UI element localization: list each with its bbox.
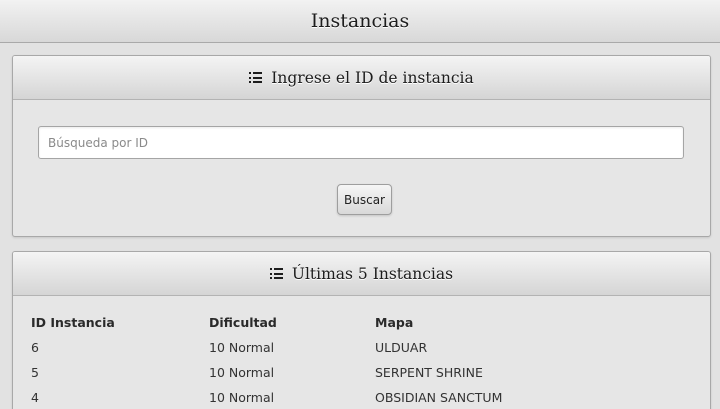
- difficulty-cell: 10 Normal: [209, 365, 275, 380]
- search-input[interactable]: [38, 126, 684, 159]
- instances-table: ID Instancia Dificultad Mapa 6 10 Normal…: [31, 310, 675, 409]
- map-cell: OBSIDIAN SANCTUM: [375, 390, 503, 405]
- search-button[interactable]: Buscar: [337, 184, 392, 215]
- table-row[interactable]: 5 10 Normal SERPENT SHRINE: [31, 360, 675, 385]
- latest-panel-title: Últimas 5 Instancias: [291, 264, 454, 283]
- list-icon: [269, 268, 284, 279]
- column-header-map: Mapa: [375, 315, 414, 330]
- difficulty-cell: 10 Normal: [209, 390, 275, 405]
- latest-instances-panel: Últimas 5 Instancias ID Instancia Dificu…: [12, 251, 711, 409]
- top-bar: Instancias: [0, 0, 720, 43]
- difficulty-cell: 10 Normal: [209, 340, 275, 355]
- instance-id-cell: 6: [31, 340, 39, 355]
- column-header-id: ID Instancia: [31, 315, 115, 330]
- map-cell: SERPENT SHRINE: [375, 365, 483, 380]
- page-title: Instancias: [310, 10, 410, 32]
- search-panel-header: Ingrese el ID de instancia: [13, 56, 710, 100]
- search-panel: Ingrese el ID de instancia Buscar: [12, 55, 711, 237]
- table-row[interactable]: 4 10 Normal OBSIDIAN SANCTUM: [31, 385, 675, 409]
- search-panel-title: Ingrese el ID de instancia: [271, 68, 474, 87]
- table-header-row: ID Instancia Dificultad Mapa: [31, 310, 675, 335]
- table-row[interactable]: 6 10 Normal ULDUAR: [31, 335, 675, 360]
- column-header-difficulty: Dificultad: [209, 315, 277, 330]
- latest-panel-header: Últimas 5 Instancias: [13, 252, 710, 296]
- instance-id-cell: 4: [31, 390, 39, 405]
- list-icon: [249, 72, 263, 83]
- map-cell: ULDUAR: [375, 340, 428, 355]
- instance-id-cell: 5: [31, 365, 39, 380]
